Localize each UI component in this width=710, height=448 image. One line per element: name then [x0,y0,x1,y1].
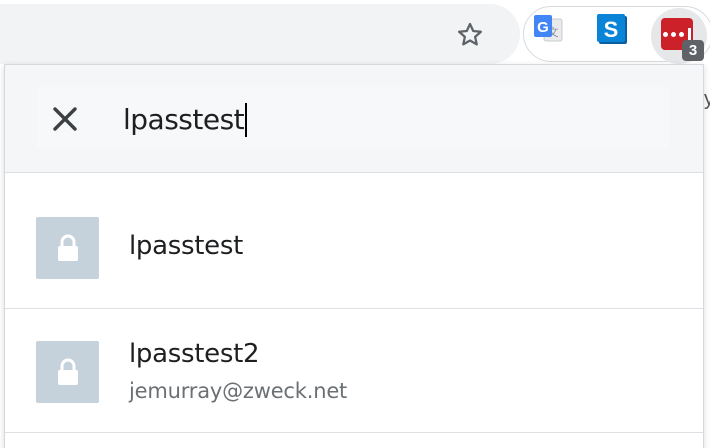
result-item[interactable]: lpasstest2 jemurray@zweck.net [5,309,703,433]
browser-toolbar: 文 G S 3 y [0,0,710,110]
result-item[interactable]: lpasstest [5,173,703,309]
result-title: lpasstest2 [129,339,260,369]
lastpass-popup: lpasstest lpasstest2 jemurray@zweck.net [4,64,704,448]
s-extension-icon[interactable]: S [596,13,628,45]
lock-icon [36,217,99,279]
search-input[interactable] [123,101,643,137]
search-header [5,65,703,173]
address-bar[interactable] [0,4,520,64]
svg-text:G: G [537,19,549,36]
lock-icon [36,341,99,403]
text-caret [245,103,248,137]
translate-icon[interactable]: 文 G [532,13,564,45]
result-username: jemurray@zweck.net [129,379,348,403]
svg-text:S: S [604,17,619,42]
lastpass-extension-button[interactable]: 3 [651,8,707,64]
notification-badge: 3 [682,40,704,61]
result-title: lpasstest [129,231,243,261]
background-page-text: y [704,88,710,110]
star-icon[interactable] [450,18,490,52]
close-icon[interactable] [51,105,79,133]
